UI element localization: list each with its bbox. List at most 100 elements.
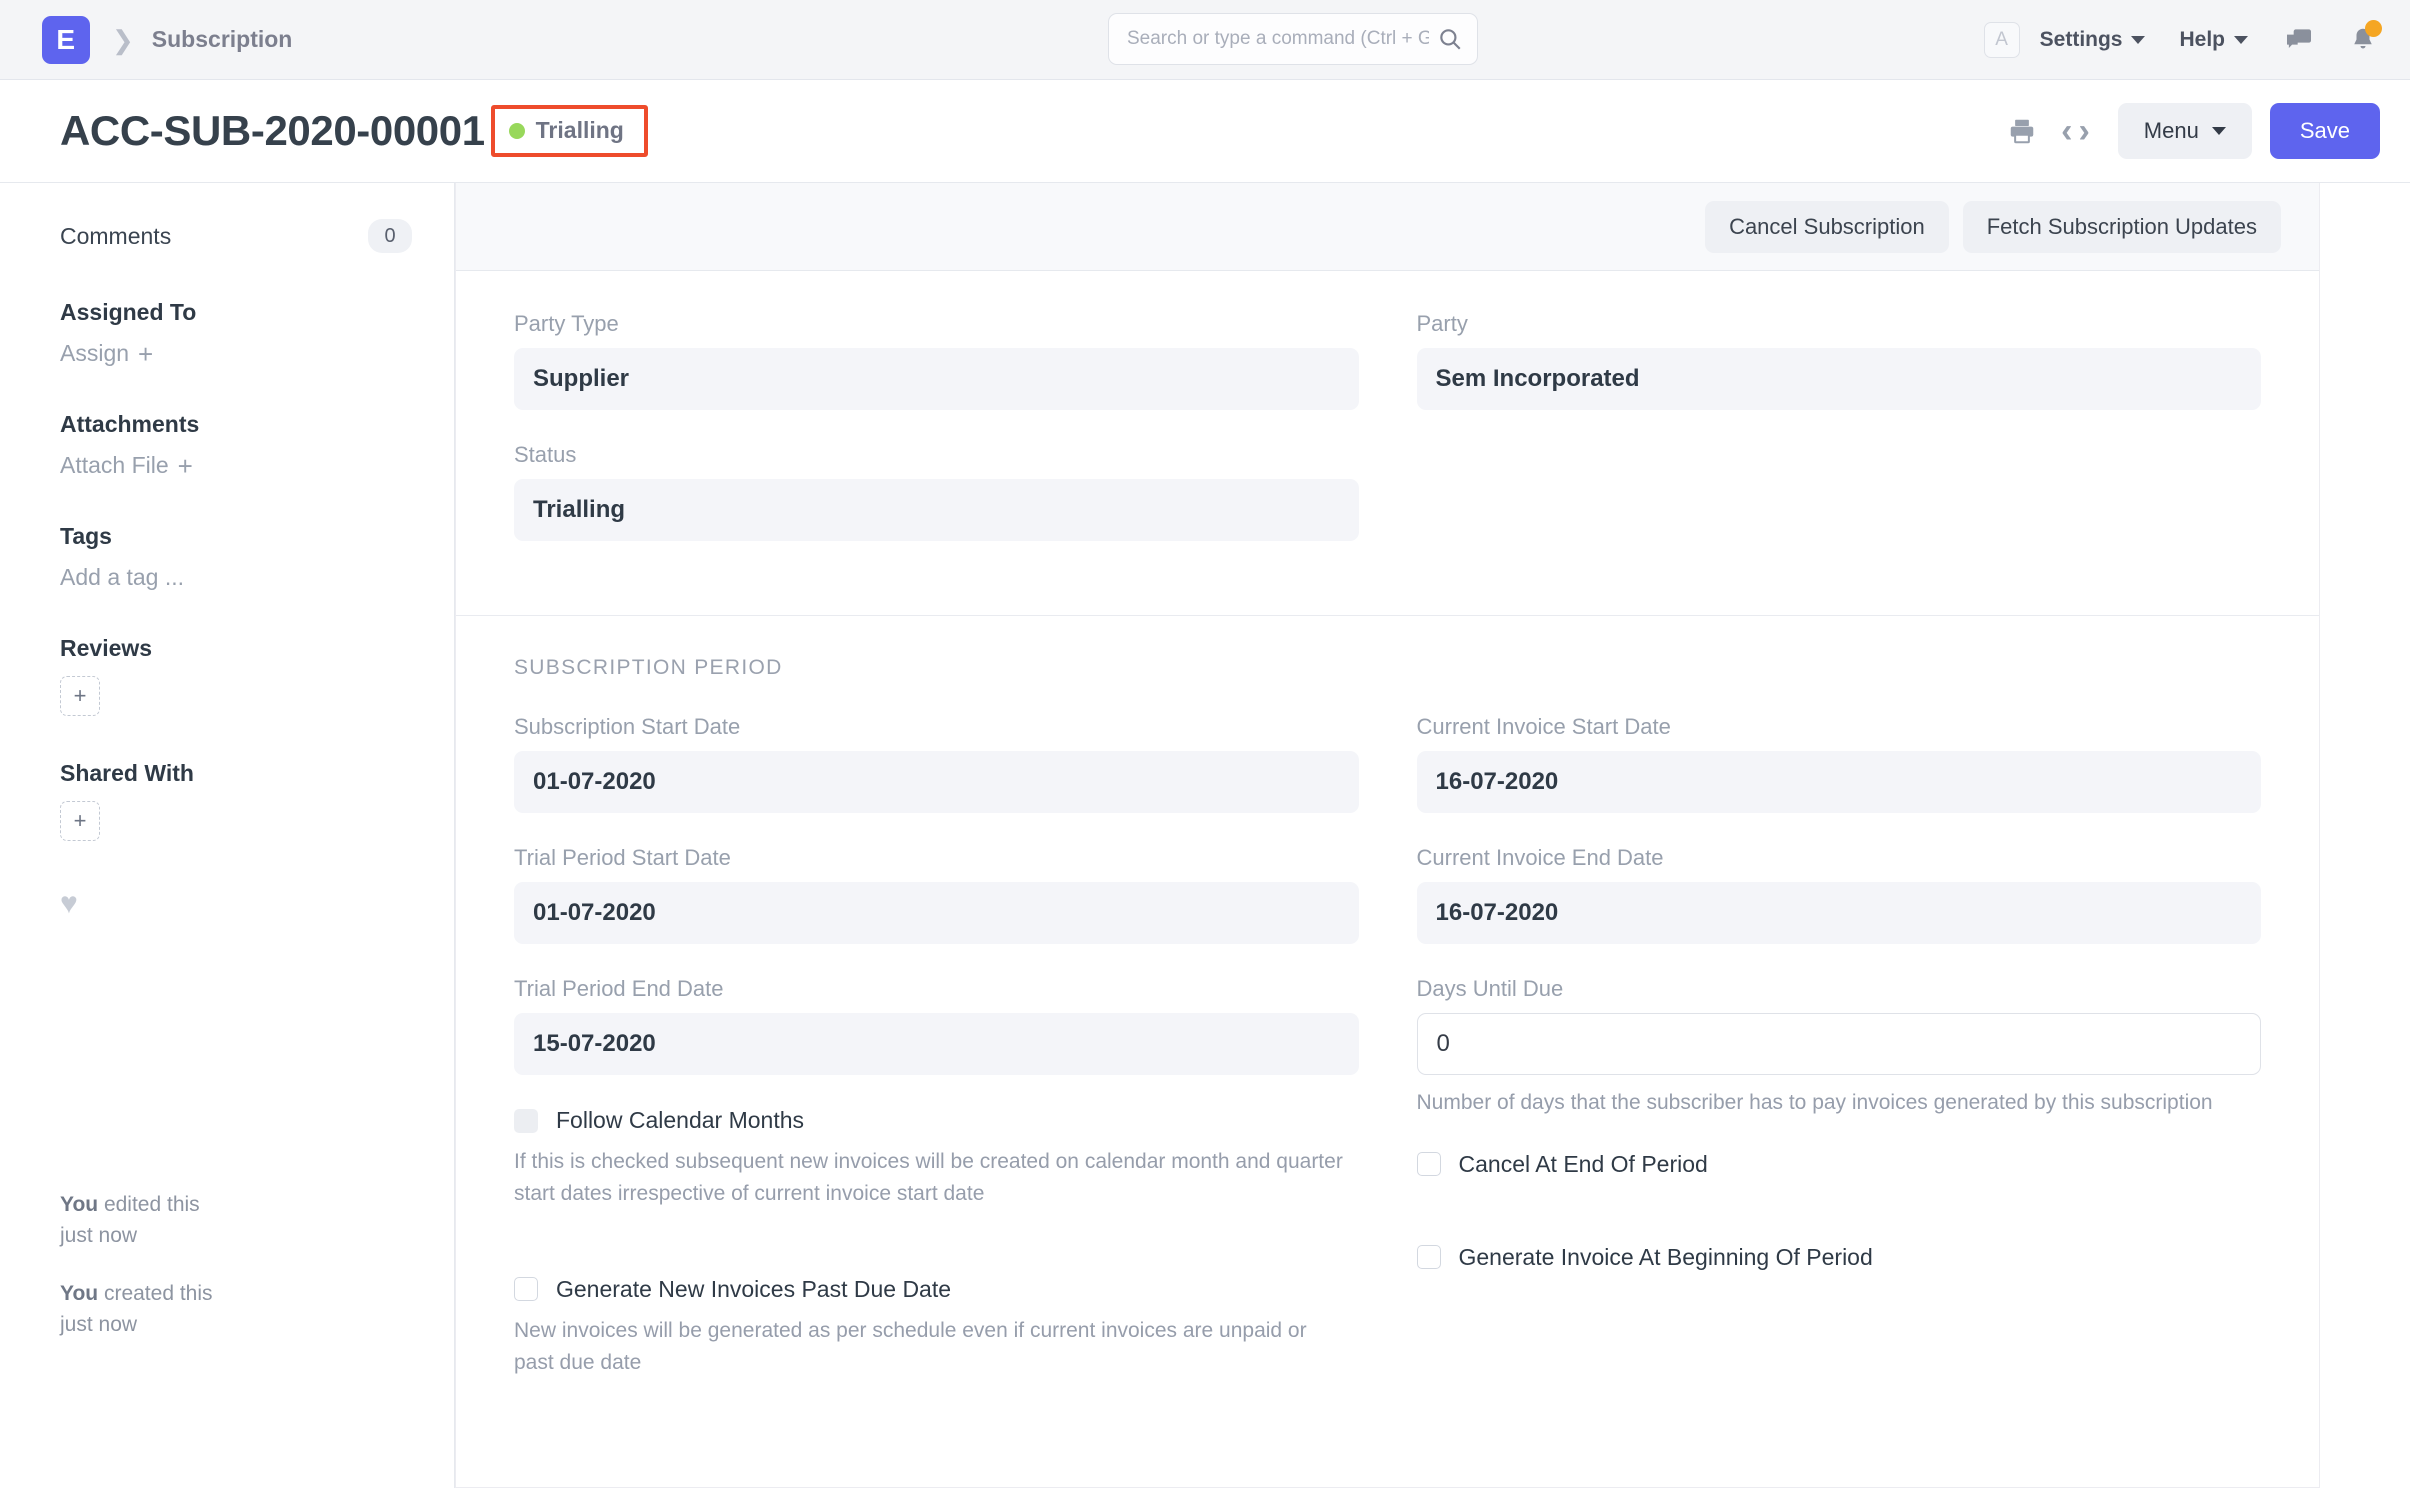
chevron-down-icon	[2234, 36, 2248, 44]
party-left-column: Party Type Supplier Status Trialling	[514, 311, 1359, 573]
add-tag-button[interactable]: Add a tag ...	[60, 564, 412, 591]
field-current-invoice-end-date: Current Invoice End Date 16-07-2020	[1416, 845, 2261, 944]
cancel-subscription-button[interactable]: Cancel Subscription	[1705, 200, 1949, 253]
tags-label: Tags	[60, 523, 112, 549]
app-page: E ❯ Subscription A Settings Help	[0, 0, 2410, 1488]
previous-document-icon[interactable]: ‹	[2061, 114, 2072, 148]
status-badge[interactable]: Trialling	[536, 117, 624, 144]
assigned-to-label: Assigned To	[60, 299, 197, 325]
document-form-card: Cancel Subscription Fetch Subscription U…	[455, 183, 2320, 1488]
chevron-down-icon	[2211, 127, 2226, 135]
checkbox-icon[interactable]	[1416, 1152, 1441, 1176]
subscription-start-date-value[interactable]: 01-07-2020	[514, 751, 1359, 813]
generate-invoice-at-beginning-label: Generate Invoice At Beginning Of Period	[1458, 1243, 1873, 1270]
subscription-start-date-label: Subscription Start Date	[514, 714, 741, 739]
fetch-subscription-updates-button[interactable]: Fetch Subscription Updates	[1962, 200, 2281, 253]
print-icon[interactable]	[2005, 114, 2039, 148]
activity-history: You edited this just now You created thi…	[60, 1190, 213, 1368]
checkbox-icon[interactable]	[514, 1108, 538, 1133]
days-until-due-input[interactable]	[1416, 1013, 2261, 1075]
breadcrumb-chevron-icon: ❯	[112, 24, 134, 55]
assign-label: Assign	[60, 340, 130, 366]
menu-button[interactable]: Menu	[2117, 103, 2252, 159]
top-navbar: E ❯ Subscription A Settings Help	[0, 0, 2410, 80]
cancel-at-end-of-period-label: Cancel At End Of Period	[1458, 1150, 1708, 1177]
checkbox-icon[interactable]	[1416, 1245, 1441, 1269]
current-invoice-start-date-value[interactable]: 16-07-2020	[1416, 751, 2261, 813]
party-section: Party Type Supplier Status Trialling Par…	[456, 271, 2319, 616]
avatar[interactable]: A	[1983, 22, 2020, 58]
checkbox-icon[interactable]	[514, 1277, 538, 1302]
party-label: Party	[1416, 311, 1468, 336]
like-heart-icon[interactable]: ♥	[60, 887, 412, 921]
chat-icon[interactable]	[2282, 23, 2316, 57]
checkbox-follow-calendar-months[interactable]: Follow Calendar Months	[514, 1107, 1359, 1134]
field-trial-period-start-date: Trial Period Start Date 01-07-2020	[514, 845, 1359, 944]
current-invoice-end-date-label: Current Invoice End Date	[1416, 845, 1664, 870]
field-days-until-due: Days Until Due Number of days that the s…	[1416, 976, 2261, 1119]
field-trial-period-end-date: Trial Period End Date 15-07-2020	[514, 976, 1359, 1075]
help-label: Help	[2179, 28, 2225, 51]
trial-period-end-date-label: Trial Period End Date	[514, 976, 724, 1001]
sidebar: Comments 0 Assigned To Assign + Attachme…	[0, 182, 455, 1488]
reviews-label: Reviews	[60, 635, 153, 661]
main-content: Cancel Subscription Fetch Subscription U…	[455, 182, 2410, 1488]
history-actor: You	[60, 1193, 99, 1217]
current-invoice-end-date-value[interactable]: 16-07-2020	[1416, 882, 2261, 944]
status-field-value[interactable]: Trialling	[514, 479, 1359, 541]
trial-period-end-date-value[interactable]: 15-07-2020	[514, 1013, 1359, 1075]
menu-button-label: Menu	[2143, 118, 2199, 143]
checkbox-cancel-at-end-of-period[interactable]: Cancel At End Of Period	[1416, 1150, 2262, 1178]
checkbox-generate-new-invoices-past-due[interactable]: Generate New Invoices Past Due Date	[514, 1276, 1359, 1303]
notification-bell-icon[interactable]	[2346, 20, 2382, 57]
assign-button[interactable]: Assign +	[60, 340, 412, 367]
settings-label: Settings	[2039, 28, 2123, 51]
search-icon[interactable]	[1436, 25, 1464, 53]
period-left-column: Subscription Start Date 01-07-2020 Trial…	[514, 714, 1359, 1379]
next-document-icon[interactable]: ›	[2078, 114, 2089, 148]
field-party: Party Sem Incorporated	[1416, 311, 2261, 410]
shared-with-label: Shared With	[60, 760, 194, 786]
generate-new-invoices-past-due-label: Generate New Invoices Past Due Date	[556, 1275, 952, 1302]
app-logo-letter: E	[56, 23, 76, 55]
attach-file-button[interactable]: Attach File +	[60, 452, 412, 479]
history-time: just now	[60, 1223, 138, 1247]
party-type-label: Party Type	[514, 311, 619, 336]
add-shared-with-button[interactable]: +	[60, 801, 100, 841]
breadcrumb-subscription[interactable]: Subscription	[152, 26, 293, 53]
settings-menu[interactable]: Settings	[2040, 28, 2146, 52]
page-body: Comments 0 Assigned To Assign + Attachme…	[0, 182, 2410, 1488]
field-current-invoice-start-date: Current Invoice Start Date 16-07-2020	[1416, 714, 2261, 813]
status-badge-highlight: Trialling	[490, 105, 648, 157]
party-type-value[interactable]: Supplier	[514, 348, 1359, 410]
avatar-letter: A	[1995, 29, 2008, 50]
navbar-right-actions: A Settings Help	[1983, 0, 2384, 80]
sidebar-section-comments[interactable]: Comments 0	[60, 219, 412, 253]
page-title: ACC-SUB-2020-00001	[60, 107, 485, 154]
checkbox-generate-invoice-at-beginning[interactable]: Generate Invoice At Beginning Of Period	[1416, 1243, 2262, 1271]
status-dot-icon	[508, 122, 525, 139]
save-button[interactable]: Save	[2269, 103, 2380, 159]
plus-icon: +	[138, 338, 154, 369]
help-menu[interactable]: Help	[2179, 28, 2248, 52]
search-input[interactable]	[1108, 13, 1478, 65]
subscription-period-heading: SUBSCRIPTION PERIOD	[514, 656, 783, 679]
days-until-due-label: Days Until Due	[1416, 976, 1564, 1001]
global-search	[1108, 13, 1478, 65]
history-entry: You edited this just now	[60, 1190, 213, 1251]
add-review-button[interactable]: +	[60, 676, 100, 716]
party-right-column: Party Sem Incorporated	[1416, 311, 2261, 573]
document-title-bar: ACC-SUB-2020-00001 Trialling ‹ › Menu Sa…	[0, 80, 2410, 182]
trial-period-start-date-value[interactable]: 01-07-2020	[514, 882, 1359, 944]
history-actor: You	[60, 1282, 99, 1306]
app-logo[interactable]: E	[42, 15, 90, 64]
comments-label: Comments	[60, 222, 172, 249]
form-action-bar: Cancel Subscription Fetch Subscription U…	[456, 183, 2319, 271]
attachments-label: Attachments	[60, 411, 200, 437]
follow-calendar-months-label: Follow Calendar Months	[556, 1107, 805, 1133]
plus-icon: +	[177, 450, 193, 481]
history-time: just now	[60, 1312, 138, 1336]
party-value[interactable]: Sem Incorporated	[1416, 348, 2261, 410]
